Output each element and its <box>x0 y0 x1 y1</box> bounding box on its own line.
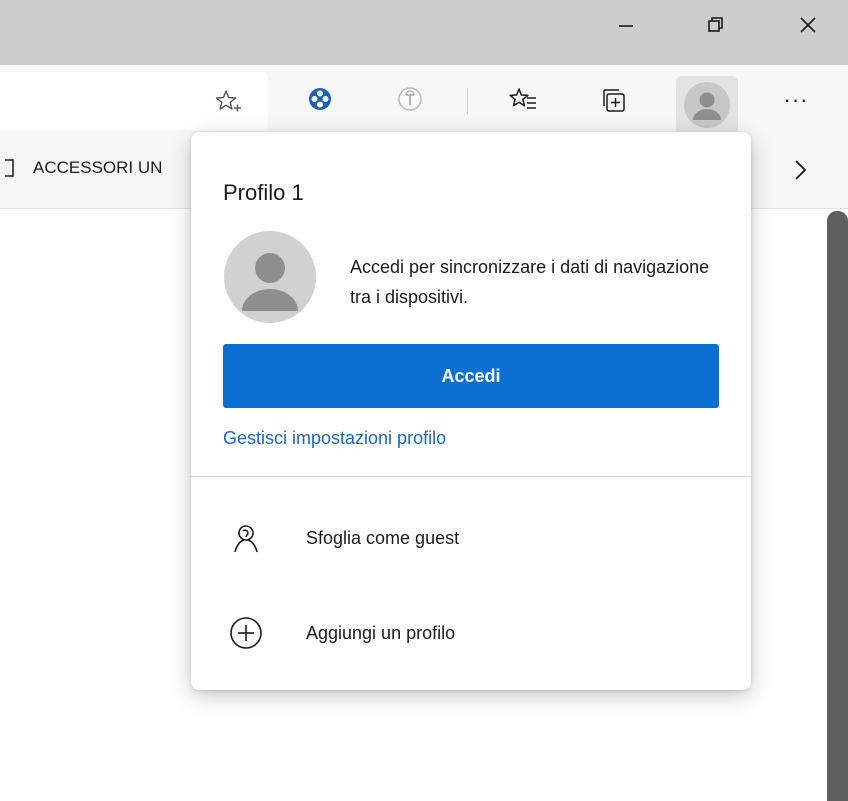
restore-button[interactable] <box>686 0 746 50</box>
extension-icon <box>309 88 331 110</box>
chevron-right-icon <box>795 160 807 180</box>
more-menu-icon: ··· <box>783 87 809 112</box>
restore-icon <box>708 17 723 32</box>
signin-button[interactable]: Accedi <box>223 344 719 408</box>
close-icon <box>800 17 816 33</box>
profile-title: Profilo 1 <box>223 180 304 205</box>
minimize-icon <box>619 25 633 27</box>
favorites-bar-item[interactable]: ACCESSORI UN <box>5 157 162 179</box>
browser-toolbar: ··· <box>0 65 848 136</box>
profile-button[interactable] <box>676 76 738 134</box>
add-profile-item[interactable]: Aggiungi un profilo <box>191 603 751 663</box>
add-circle-icon <box>228 615 264 651</box>
toolbar-separator <box>467 88 468 114</box>
favorites-overflow-button[interactable] <box>790 158 810 187</box>
tracker-button[interactable] <box>394 83 426 115</box>
minimize-button[interactable] <box>596 0 656 50</box>
favorites-icon <box>509 88 536 109</box>
title-bar <box>0 0 848 65</box>
profile-avatar-icon <box>684 82 730 128</box>
collections-button[interactable] <box>597 83 631 117</box>
star-add-icon <box>215 90 241 112</box>
sync-description: Accedi per sincronizzare i dati di navig… <box>350 257 710 307</box>
add-favorite-button[interactable] <box>212 86 244 118</box>
scrollbar-thumb[interactable] <box>827 211 848 801</box>
add-profile-label: Aggiungi un profilo <box>306 622 456 643</box>
more-menu-button[interactable]: ··· <box>776 83 816 117</box>
avatar <box>224 231 316 323</box>
profile-flyout: Profilo 1 Accedi per sincronizzare i dat… <box>191 132 751 690</box>
folder-icon <box>5 159 14 177</box>
browse-as-guest-item[interactable]: Sfoglia come guest <box>191 508 751 568</box>
guest-label: Sfoglia come guest <box>306 527 460 548</box>
address-bar[interactable] <box>0 72 268 130</box>
avatar-icon <box>242 253 298 311</box>
collections-icon <box>603 89 625 112</box>
extension-button[interactable] <box>304 83 336 115</box>
tracker-icon <box>398 87 422 111</box>
favorites-bar-item-label: ACCESSORI UN <box>33 158 163 177</box>
guest-icon <box>228 520 264 556</box>
close-window-button[interactable] <box>778 0 838 50</box>
favorites-button[interactable] <box>506 83 540 117</box>
divider <box>191 476 751 477</box>
manage-profile-link[interactable]: Gestisci impostazioni profilo <box>223 428 446 449</box>
